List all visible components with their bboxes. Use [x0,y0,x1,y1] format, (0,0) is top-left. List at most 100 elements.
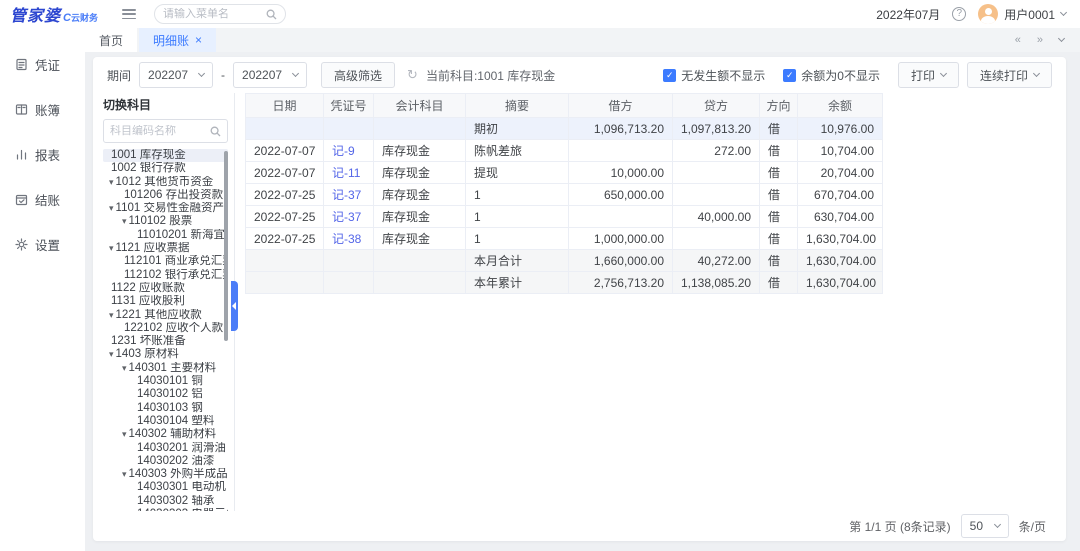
sidebar-item-label: 报表 [35,145,60,164]
tree-item-account[interactable]: ▾140301 主要材料 [103,362,228,375]
cell-direction: 借 [760,206,798,228]
tree-item-account[interactable]: ▾140302 辅助材料 [103,428,228,441]
tree-item-account[interactable]: 112101 商业承兑汇票 [103,255,228,268]
tree-item-account[interactable]: 14030301 电动机 [103,481,228,494]
zero-balance-checkbox[interactable]: ✓ 余额为0不显示 [783,67,880,84]
voucher-link[interactable]: 记-11 [324,162,374,184]
user-menu[interactable]: 用户0001 [978,4,1066,24]
cell-balance: 1,630,704.00 [798,228,883,250]
sidebar-item-closing[interactable]: 结账 [0,177,85,222]
tree-item-account[interactable]: 14030201 润滑油 [103,442,228,455]
tab-home[interactable]: 首页 [85,28,137,52]
tree-item-account[interactable]: 1231 坏账准备 [103,335,228,348]
tree-item-label: 140301 主要材料 [129,362,217,374]
pagination-bar: 第 1/1 页 (8条记录) 50 条/页 [93,511,1066,541]
tree-item-account[interactable]: ▾140303 外购半成品 [103,468,228,481]
tree-item-account[interactable]: 11010201 新海宜 [103,229,228,242]
tree-item-label: 14030104 塑料 [137,415,214,427]
sidebar-item-report[interactable]: 报表 [0,132,85,177]
tree-item-label: 14030302 轴承 [137,495,214,507]
tab-label: 明细账 [153,32,189,49]
tree-expand-icon[interactable]: ▾ [109,176,114,189]
refresh-icon[interactable]: ↻ [407,67,418,83]
tree-item-account[interactable]: 1002 银行存款 [103,162,228,175]
tree-expand-icon[interactable]: ▾ [109,348,114,361]
tree-item-account[interactable]: 14030202 油漆 [103,455,228,468]
tree-expand-icon[interactable]: ▾ [122,468,127,481]
cell-direction: 借 [760,250,798,272]
table-row: 2022-07-07 记-11 库存现金 提现 10,000.00 借 20,7… [246,162,883,184]
tree-scrollbar[interactable] [224,151,228,341]
tree-expand-icon[interactable]: ▾ [122,362,127,375]
tree-expand-icon[interactable]: ▾ [109,309,114,322]
filter-bar: 期间 202207 - 202207 高级筛选 ↻ 当前科目:1001 库存现金… [93,57,1066,93]
period-from-select[interactable]: 202207 [139,62,213,88]
no-activity-checkbox[interactable]: ✓ 无发生额不显示 [663,67,765,84]
cell-date: 2022-07-07 [246,140,324,162]
tree-collapse-handle[interactable] [231,281,238,331]
tree-item-label: 112101 商业承兑汇票 [124,255,228,267]
menu-search-input[interactable] [163,8,266,20]
current-period-label[interactable]: 2022年07月 [876,6,940,23]
cell-account: 库存现金 [374,206,466,228]
checkbox-label: 无发生额不显示 [681,67,765,84]
tree-item-account[interactable]: 1131 应收股利 [103,295,228,308]
print-continuous-button[interactable]: 连续打印 [967,62,1052,88]
tree-item-account[interactable]: 14030102 铝 [103,388,228,401]
tree-item-account[interactable]: ▾1403 原材料 [103,348,228,361]
tree-item-account[interactable]: ▾1121 应收票据 [103,242,228,255]
page-size-select[interactable]: 50 [961,514,1009,538]
voucher-link[interactable] [324,272,374,294]
menu-search-box [154,4,286,24]
chevron-down-icon [1060,9,1067,16]
voucher-link[interactable]: 记-9 [324,140,374,162]
sidebar-item-ledger[interactable]: 账簿 [0,87,85,132]
tree-expand-icon[interactable]: ▾ [109,242,114,255]
menu-toggle-icon[interactable] [122,9,136,19]
voucher-link[interactable]: 记-37 [324,206,374,228]
tree-item-account[interactable]: 14030101 铜 [103,375,228,388]
tabs-more-icon[interactable] [1058,35,1065,42]
tree-item-label: 122102 应收个人款 [124,322,223,334]
tree-expand-icon[interactable]: ▾ [109,202,114,215]
tree-expand-icon[interactable]: ▾ [122,428,127,441]
cell-direction: 借 [760,228,798,250]
tree-item-label: 112102 银行承兑汇票 [124,269,228,281]
voucher-link[interactable] [324,118,374,140]
cell-date: 2022-07-25 [246,184,324,206]
tree-item-account[interactable]: 101206 存出投资款 [103,189,228,202]
sidebar-item-voucher[interactable]: 凭证 [0,42,85,87]
col-balance: 余额 [798,94,883,118]
collapse-left-icon[interactable]: « [1015,34,1021,46]
advanced-filter-button[interactable]: 高级筛选 [321,62,395,88]
voucher-link[interactable] [324,250,374,272]
tree-expand-icon[interactable]: ▾ [122,215,127,228]
voucher-link[interactable]: 记-38 [324,228,374,250]
tab-detail-ledger[interactable]: 明细账 × [139,28,216,52]
tree-item-account[interactable]: ▾1012 其他货币资金 [103,176,228,189]
tree-item-account[interactable]: 14030104 塑料 [103,415,228,428]
tree-item-account[interactable]: ▾1221 其他应收款 [103,309,228,322]
cell-direction: 借 [760,162,798,184]
tree-item-account[interactable]: 1122 应收账款 [103,282,228,295]
collapse-right-icon[interactable]: » [1037,34,1043,46]
tree-title: 切换科目 [103,95,228,115]
tree-item-account[interactable]: ▾1101 交易性金融资产 [103,202,228,215]
tree-item-account[interactable]: 112102 银行承兑汇票 [103,269,228,282]
cell-debit: 2,756,713.20 [569,272,673,294]
account-search-input[interactable] [110,125,210,137]
tree-item-account[interactable]: 14030303 电器元件 [103,508,228,511]
tree-item-label: 14030201 润滑油 [137,442,226,454]
tree-item-account[interactable]: 1001 库存现金 [103,149,228,162]
tree-item-account[interactable]: ▾110102 股票 [103,215,228,228]
sidebar-item-settings[interactable]: 设置 [0,222,85,267]
period-to-select[interactable]: 202207 [233,62,307,88]
help-icon[interactable]: ? [952,7,966,21]
tree-item-account[interactable]: 14030103 钢 [103,402,228,415]
tree-item-account[interactable]: 122102 应收个人款 [103,322,228,335]
print-button[interactable]: 打印 [898,62,959,88]
close-icon[interactable]: × [195,33,202,47]
voucher-link[interactable]: 记-37 [324,184,374,206]
tree-item-account[interactable]: 14030302 轴承 [103,495,228,508]
tree-item-label: 110102 股票 [129,215,193,227]
